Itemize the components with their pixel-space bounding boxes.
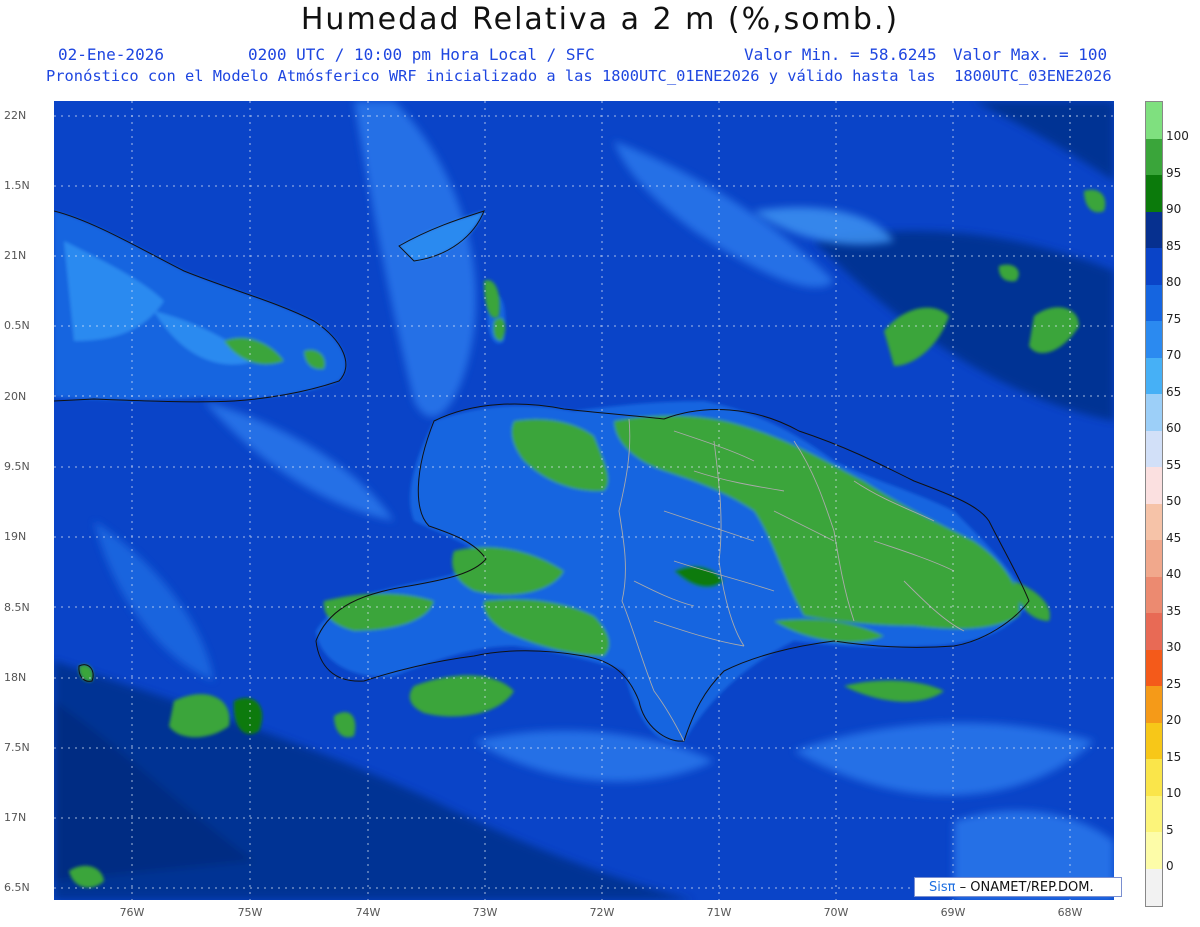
colorbar-segment: [1146, 722, 1162, 760]
colorbar-tick-label: 65: [1166, 384, 1182, 399]
colorbar-tick-label: 75: [1166, 311, 1182, 326]
colorbar-segment: [1146, 467, 1162, 504]
lat-label: 0.5N: [4, 319, 30, 332]
lon-label: 74W: [355, 906, 381, 919]
colorbar-segment: [1146, 540, 1162, 577]
min-value: Valor Min. = 58.6245: [744, 45, 937, 64]
colorbar-segment: [1146, 576, 1162, 614]
colorbar-segment: [1146, 649, 1162, 687]
colorbar-tick-label: 50: [1166, 494, 1182, 508]
lat-label: 19N: [4, 530, 27, 543]
colorbar-tick-label: 25: [1166, 676, 1182, 691]
colorbar-tick-label: 95: [1166, 165, 1182, 180]
colorbar-segment: [1146, 686, 1162, 723]
colorbar-segment: [1146, 138, 1162, 176]
sispi-logo: Sisπ: [929, 880, 956, 895]
colorbar-segment: [1146, 394, 1162, 431]
humidity-map: [54, 101, 1114, 900]
lat-label: 20N: [4, 390, 27, 403]
colorbar-tick-label: 85: [1166, 238, 1182, 253]
max-value: Valor Max. = 100: [953, 45, 1108, 64]
lat-label: 8.5N: [4, 601, 30, 614]
model-info: Pronóstico con el Modelo Atmósferico WRF…: [46, 67, 1112, 85]
colorbar: [1145, 101, 1163, 907]
colorbar-segment: [1146, 503, 1162, 541]
lon-label: 69W: [940, 906, 966, 919]
colorbar-segment: [1146, 321, 1162, 358]
colorbar-tick-label: 100: [1166, 129, 1189, 143]
lat-label: 18N: [4, 671, 27, 684]
colorbar-segment: [1146, 357, 1162, 395]
colorbar-tick-label: 0: [1166, 859, 1174, 873]
colorbar-segment: [1146, 613, 1162, 650]
lon-label: 72W: [589, 906, 615, 919]
colorbar-segment: [1146, 248, 1162, 285]
colorbar-segment: [1146, 795, 1162, 833]
lat-label: 17N: [4, 811, 27, 824]
lat-label: 7.5N: [4, 741, 30, 754]
colorbar-tick-label: 40: [1166, 567, 1182, 581]
colorbar-tick-label: 30: [1166, 640, 1182, 654]
colorbar-tick-label: 35: [1166, 603, 1182, 618]
colorbar-tick-label: 60: [1166, 421, 1182, 435]
lat-label: 6.5N: [4, 881, 30, 894]
lon-label: 70W: [823, 906, 849, 919]
lon-label: 68W: [1057, 906, 1083, 919]
valid-time: 0200 UTC / 10:00 pm Hora Local / SFC: [248, 45, 595, 64]
colorbar-tick-label: 45: [1166, 530, 1182, 545]
colorbar-tick-label: 5: [1166, 822, 1174, 837]
colorbar-segment: [1146, 832, 1162, 869]
colorbar-segment: [1146, 102, 1162, 139]
lat-label: 22N: [4, 109, 27, 122]
lat-label: 9.5N: [4, 460, 30, 473]
forecast-date: 02-Ene-2026: [58, 45, 164, 64]
lon-label: 75W: [237, 906, 263, 919]
colorbar-tick-label: 70: [1166, 348, 1182, 362]
lat-label: 1.5N: [4, 179, 30, 192]
map-title: Humedad Relativa a 2 m (%,somb.): [300, 2, 900, 37]
colorbar-tick-label: 20: [1166, 713, 1182, 727]
colorbar-tick-label: 10: [1166, 786, 1182, 800]
colorbar-tick-label: 90: [1166, 202, 1182, 216]
colorbar-segment: [1146, 284, 1162, 322]
colorbar-segment: [1146, 868, 1162, 906]
lon-label: 71W: [706, 906, 732, 919]
colorbar-tick-label: 80: [1166, 275, 1182, 289]
colorbar-tick-label: 15: [1166, 749, 1182, 764]
colorbar-segment: [1146, 759, 1162, 796]
lon-label: 73W: [472, 906, 498, 919]
credit-text: – ONAMET/REP.DOM.: [959, 880, 1094, 895]
colorbar-segment: [1146, 211, 1162, 249]
credit-box: Sisπ – ONAMET/REP.DOM.: [914, 877, 1122, 897]
colorbar-segment: [1146, 430, 1162, 468]
colorbar-segment: [1146, 175, 1162, 212]
lon-label: 76W: [119, 906, 145, 919]
colorbar-tick-label: 55: [1166, 457, 1182, 472]
lat-label: 21N: [4, 249, 27, 262]
